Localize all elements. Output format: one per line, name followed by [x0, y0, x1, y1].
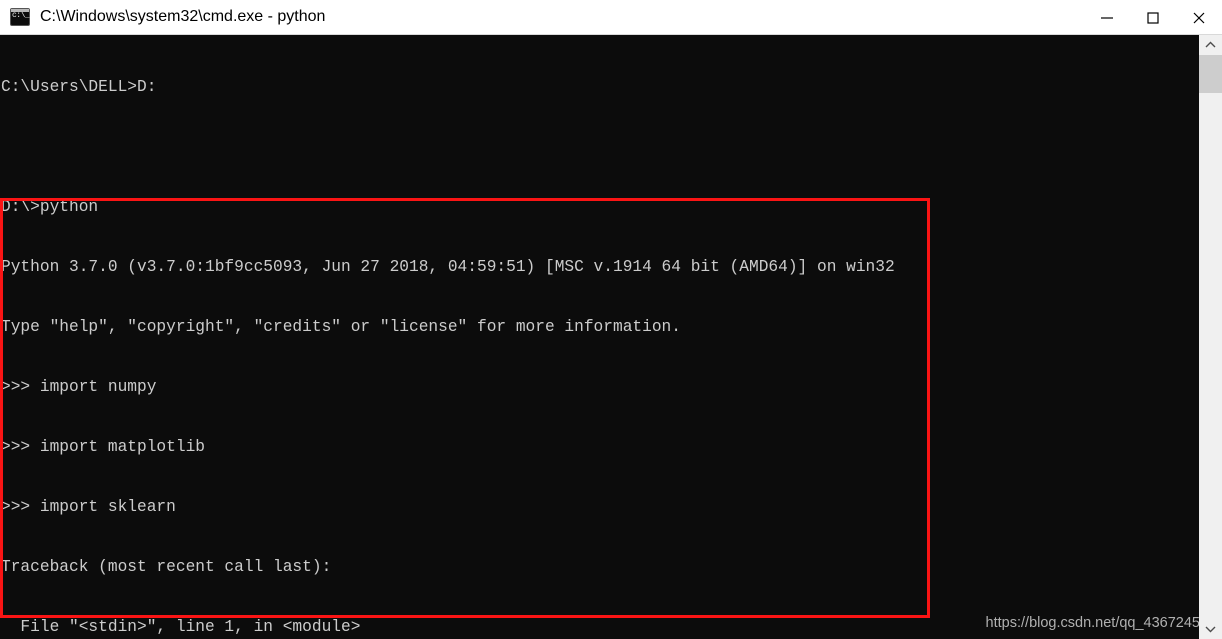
terminal-line: D:\>python	[1, 198, 99, 216]
terminal-line: >>> import sklearn	[1, 498, 176, 516]
chevron-down-icon	[1205, 626, 1216, 633]
cmd-window: C:\Windows\system32\cmd.exe - python C:\…	[0, 0, 1222, 639]
terminal-line: Python 3.7.0 (v3.7.0:1bf9cc5093, Jun 27 …	[1, 258, 895, 276]
close-button[interactable]	[1176, 0, 1222, 35]
terminal-line: C:\Users\DELL>D:	[1, 78, 157, 96]
window-controls	[1084, 0, 1222, 35]
scroll-down-button[interactable]	[1199, 619, 1222, 639]
minimize-button[interactable]	[1084, 0, 1130, 35]
terminal-line: File "<stdin>", line 1, in <module>	[1, 618, 361, 636]
scrollbar-thumb[interactable]	[1199, 55, 1222, 93]
terminal-line: >>> import numpy	[1, 378, 157, 396]
terminal-output-area[interactable]: C:\Users\DELL>D: D:\>python Python 3.7.0…	[0, 35, 1199, 639]
maximize-button[interactable]	[1130, 0, 1176, 35]
chevron-up-icon	[1205, 41, 1216, 48]
terminal-line: >>> import matplotlib	[1, 438, 205, 456]
window-titlebar[interactable]: C:\Windows\system32\cmd.exe - python	[0, 0, 1222, 35]
window-title: C:\Windows\system32\cmd.exe - python	[40, 8, 326, 25]
terminal-lines: C:\Users\DELL>D: D:\>python Python 3.7.0…	[1, 37, 895, 639]
vertical-scrollbar[interactable]	[1199, 35, 1222, 639]
cmd-console-icon	[10, 8, 30, 26]
terminal-line: Type "help", "copyright", "credits" or "…	[1, 318, 681, 336]
watermark-url: https://blog.csdn.net/qq_4367245	[985, 615, 1200, 631]
terminal-line: Traceback (most recent call last):	[1, 558, 332, 576]
scroll-up-button[interactable]	[1199, 35, 1222, 55]
